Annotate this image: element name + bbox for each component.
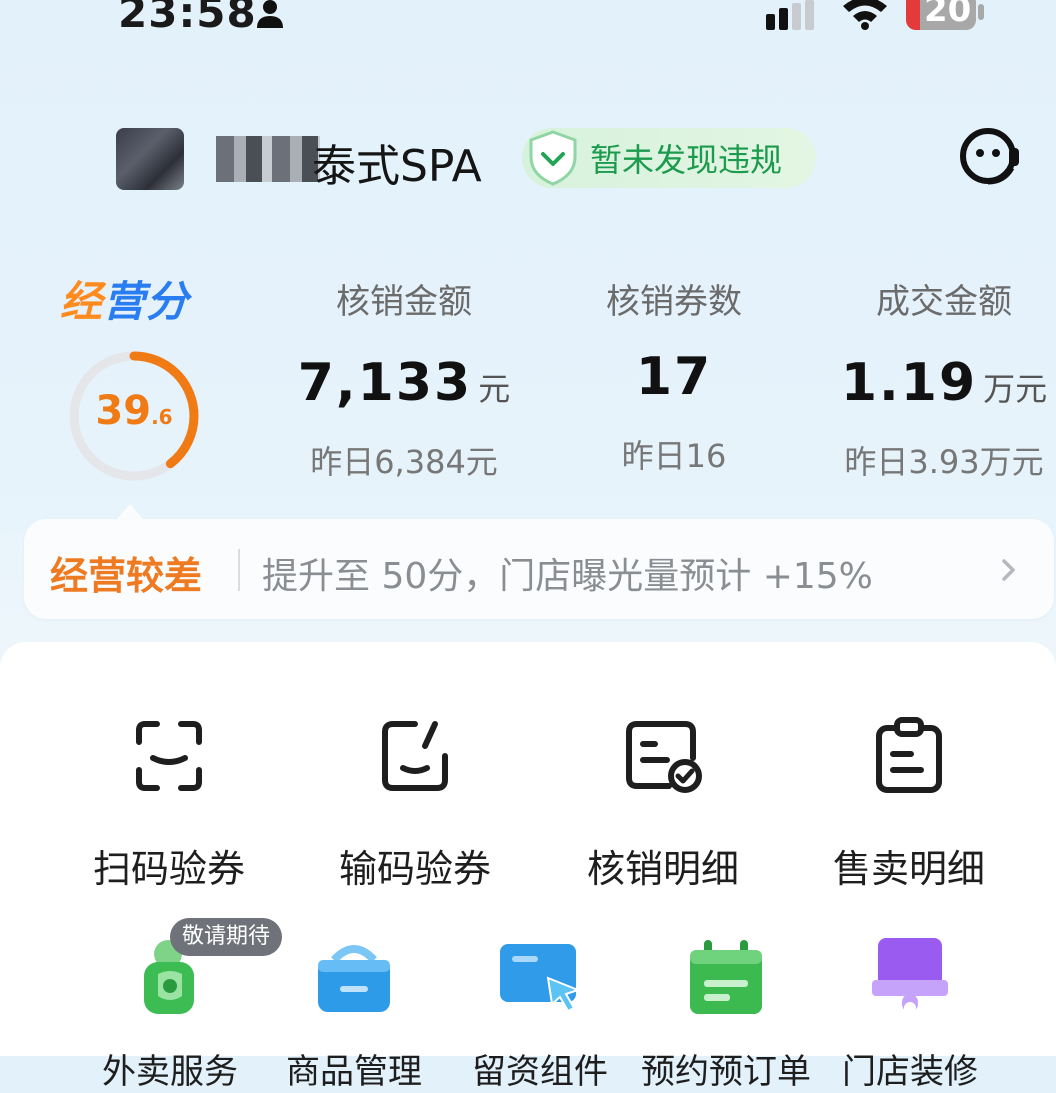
service-label: 门店装修 [842,1052,978,1092]
cellular-signal-icon [766,0,814,30]
metric-value: 17 [544,347,804,407]
banner-pointer [116,504,144,520]
scan-icon [136,721,202,791]
wifi-icon [843,0,887,30]
battery-tip [978,4,984,20]
lead-form-icon [500,944,581,1013]
metric-yesterday: 昨日3.93万元 [844,443,1044,481]
metric-value: 7,133 元 [274,353,534,413]
service-label: 商品管理 [286,1052,422,1092]
battery-indicator: 20 [906,0,976,30]
tool-label: 输码验券 [338,847,491,891]
business-score-title: 经营分 [60,268,189,329]
score-advice-banner[interactable]: 经营较差 提升至 50分，门店曝光量预计 +15% [24,519,1054,619]
metric-yesterday: 昨日6,384元 [310,443,498,481]
metric-unit: 元 [478,370,511,408]
metric-unit: 万元 [983,370,1048,408]
customer-service-icon[interactable] [958,126,1020,188]
improvement-hint: 提升至 50分，门店曝光量预计 +15% [262,556,873,597]
service-lead-form[interactable]: 留资组件 [450,934,630,1093]
metric-label: 成交金额 [876,282,1012,322]
service-product-mgmt[interactable]: 商品管理 [264,934,444,1093]
service-store-decor[interactable]: 门店装修 [820,934,1000,1093]
shield-check-icon [529,130,577,186]
compliance-text: 暂未发现违规 [590,141,783,179]
verify-detail-icon [626,721,702,793]
tool-code-verify[interactable]: 输码验券 [292,716,538,893]
tool-label: 售卖明细 [832,847,985,891]
business-score-title-text: 经营分 [60,277,190,326]
metric-number: 7,133 [297,353,473,413]
tool-label: 扫码验券 [92,847,245,891]
tool-label: 核销明细 [586,847,739,891]
clipboard-icon [876,717,942,793]
score-value: 39.6 [66,388,202,434]
battery-level-fill [906,0,920,30]
metric-value: 1.19 万元 [814,353,1056,413]
banner-divider [238,549,240,591]
compliance-badge[interactable]: 暂未发现违规 [522,128,816,188]
tool-scan-verify[interactable]: 扫码验券 [46,716,292,893]
status-bar: 23:58 20 [0,0,1056,40]
battery-percent: 20 [924,0,972,30]
score-integer: 39 [95,388,152,434]
store-avatar[interactable] [116,128,184,190]
metric-label: 核销券数 [606,282,742,322]
tool-sales-detail[interactable]: 售卖明细 [786,716,1032,893]
metric-yesterday: 昨日16 [621,437,727,475]
basket-icon [318,945,390,1012]
metric-number: 1.19 [840,353,978,413]
metric-transaction-amount[interactable]: 成交金额 1.19 万元 昨日3.93万元 [814,274,1056,483]
metric-verified-amount[interactable]: 核销金额 7,133 元 昨日6,384元 [274,274,534,483]
store-name[interactable]: 泰式SPA [312,130,482,194]
service-delivery[interactable]: 外卖服务 [80,934,260,1093]
tools-panel: 扫码验券 输码验券 核销明细 售卖明细 外卖服务 商品管理 留资组件 预约预订单… [0,642,1056,1092]
edit-code-icon [382,721,448,791]
chevron-right-icon [1002,559,1015,581]
metric-label: 核销金额 [336,282,472,322]
coming-soon-badge: 敬请期待 [170,918,283,956]
service-label: 外卖服务 [102,1052,238,1092]
tool-verify-detail[interactable]: 核销明细 [540,716,786,893]
business-status: 经营较差 [50,554,203,598]
calendar-icon [690,940,762,1014]
score-decimal: .6 [151,405,173,429]
service-label: 留资组件 [472,1052,608,1092]
person-icon [257,0,283,28]
store-name-redacted [216,136,320,182]
service-booking[interactable]: 预约预订单 [636,934,816,1093]
store-decor-icon [872,938,948,1014]
status-time: 23:58 [118,0,257,37]
service-label: 预约预订单 [641,1052,811,1092]
metric-verified-coupons[interactable]: 核销券数 17 昨日16 [544,274,804,477]
metric-number: 17 [635,347,713,407]
